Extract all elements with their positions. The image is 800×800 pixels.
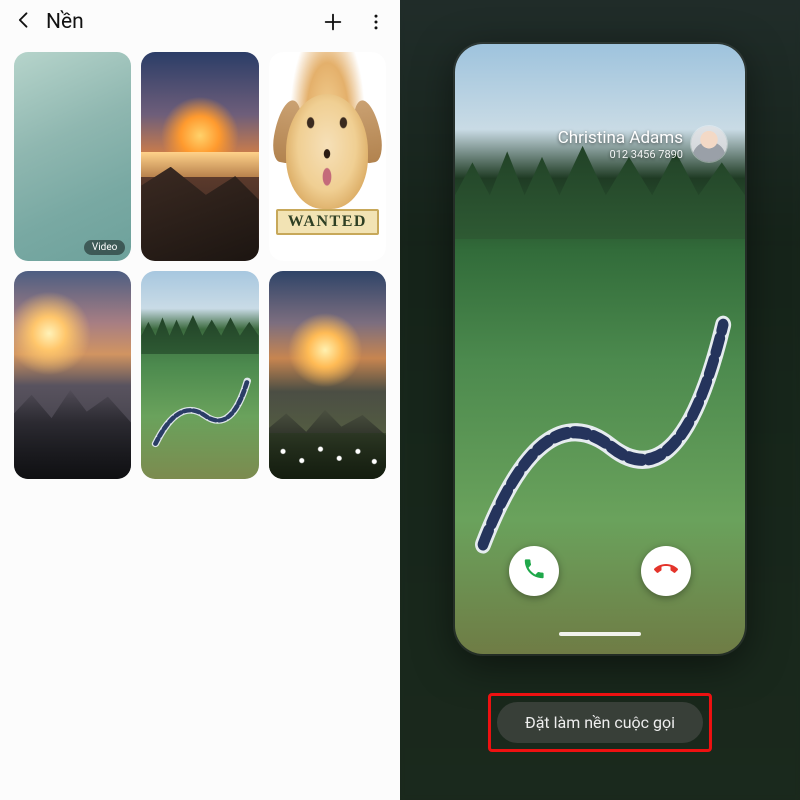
wallpaper-thumb-wanted-dog[interactable]: WANTED	[269, 52, 386, 261]
wallpaper-thumb-mountain-sunset[interactable]	[14, 271, 131, 480]
home-indicator[interactable]	[559, 632, 641, 636]
call-buttons	[455, 546, 745, 596]
decline-call-button[interactable]	[641, 546, 691, 596]
caller-avatar	[691, 126, 727, 162]
wallpaper-thumb-sunset-rocks[interactable]	[141, 52, 258, 261]
caller-number: 012 3456 7890	[558, 148, 683, 161]
caller-name: Christina Adams	[558, 128, 683, 148]
more-icon[interactable]	[366, 12, 386, 32]
backgrounds-panel: Nền Video WANTED	[0, 0, 400, 800]
wallpaper-thumb-sunset-flowers[interactable]	[269, 271, 386, 480]
wallpaper-thumb-video[interactable]: Video	[14, 52, 131, 261]
phone-decline-icon	[654, 557, 678, 585]
add-icon[interactable]	[322, 11, 344, 33]
preview-panel: Christina Adams 012 3456 7890 Đặt làm nề…	[400, 0, 800, 800]
page-title: Nền	[46, 10, 310, 34]
video-badge: Video	[84, 240, 125, 255]
wallpaper-grid: Video WANTED	[0, 40, 400, 491]
header-actions	[322, 11, 386, 33]
phone-accept-icon	[522, 557, 546, 585]
header: Nền	[0, 0, 400, 40]
caller-info: Christina Adams 012 3456 7890	[455, 126, 745, 162]
accept-call-button[interactable]	[509, 546, 559, 596]
wanted-sign-label: WANTED	[276, 209, 379, 235]
set-call-background-button[interactable]: Đặt làm nền cuộc gọi	[497, 702, 703, 743]
highlight-box: Đặt làm nền cuộc gọi	[488, 693, 712, 752]
back-icon[interactable]	[14, 10, 34, 34]
call-preview-frame: Christina Adams 012 3456 7890	[455, 44, 745, 654]
wallpaper-thumb-train-valley[interactable]	[141, 271, 258, 480]
